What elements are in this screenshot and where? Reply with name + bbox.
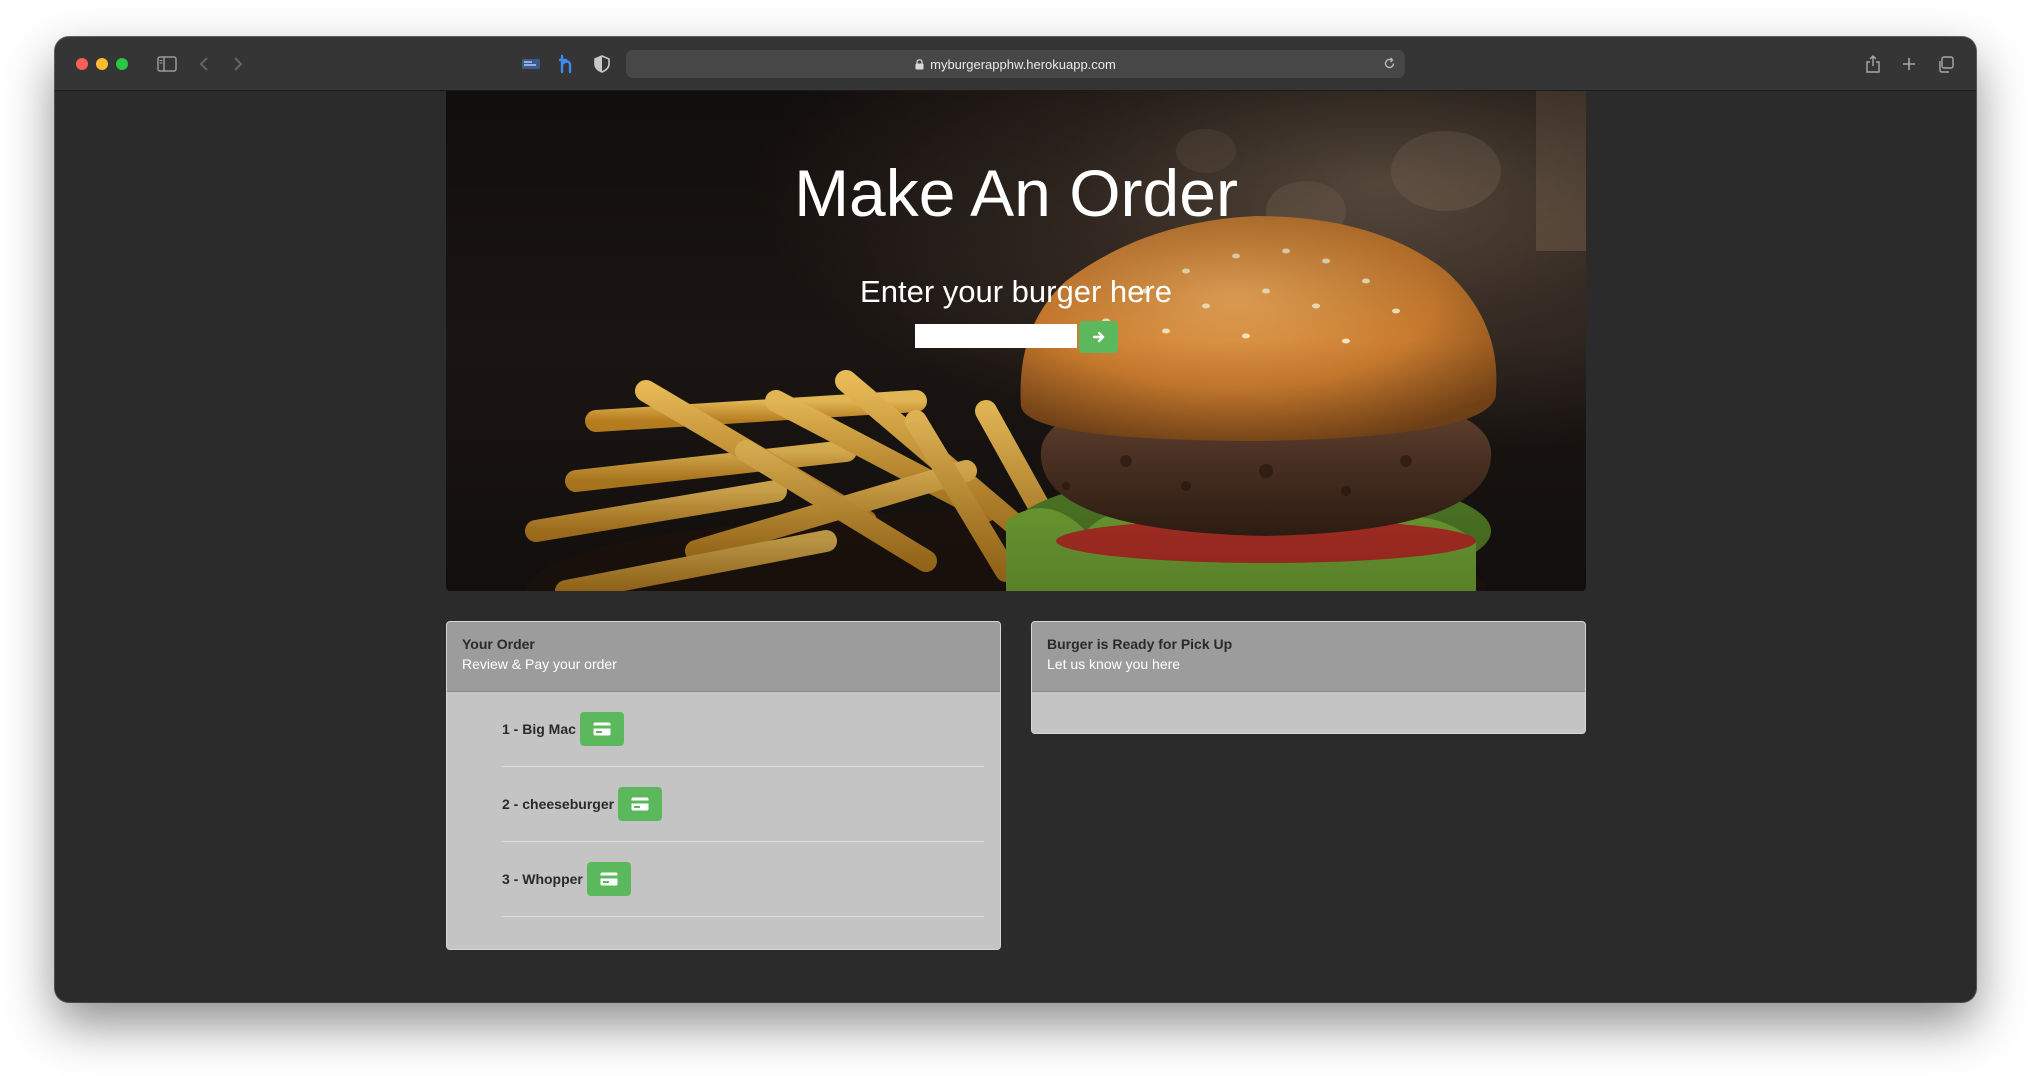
pickup-header: Burger is Ready for Pick Up Let us know …	[1032, 622, 1585, 692]
forward-icon[interactable]	[228, 51, 248, 77]
order-item: 2 - cheeseburger	[502, 767, 984, 842]
extension-icon[interactable]	[520, 51, 542, 77]
back-icon[interactable]	[194, 51, 214, 77]
order-item: 1 - Big Mac	[502, 692, 984, 767]
pay-order-button[interactable]	[618, 787, 663, 821]
hero-banner: Make An Order Enter your burger here	[446, 91, 1586, 591]
close-window-button[interactable]	[76, 58, 88, 70]
your-order-subtitle: Review & Pay your order	[462, 656, 617, 672]
your-order-title: Your Order	[462, 636, 535, 652]
your-order-panel: Your Order Review & Pay your order 1 - B…	[446, 621, 1001, 950]
submit-burger-button[interactable]	[1079, 321, 1118, 353]
pay-order-button[interactable]	[579, 712, 624, 746]
sidebar-toggle-icon[interactable]	[154, 51, 180, 77]
burger-name-input[interactable]	[915, 324, 1077, 348]
credit-card-icon	[631, 797, 649, 811]
honey-extension-icon[interactable]	[556, 51, 578, 77]
order-item: 3 - Whopper	[502, 842, 984, 917]
pickup-panel: Burger is Ready for Pick Up Let us know …	[1031, 621, 1586, 734]
order-item-label: 1 - Big Mac	[502, 721, 576, 737]
arrow-right-icon	[1092, 330, 1106, 344]
share-icon[interactable]	[1862, 51, 1884, 77]
order-item-label: 3 - Whopper	[502, 871, 583, 887]
burger-input-label: Enter your burger here	[860, 274, 1172, 309]
tab-overview-icon[interactable]	[1934, 51, 1956, 77]
minimize-window-button[interactable]	[96, 58, 108, 70]
credit-card-icon	[593, 722, 611, 736]
browser-toolbar: myburgerapphw.herokuapp.com	[55, 37, 1976, 91]
zoom-window-button[interactable]	[116, 58, 128, 70]
pickup-title: Burger is Ready for Pick Up	[1047, 636, 1233, 652]
page-content: Make An Order Enter your burger here You…	[55, 91, 1976, 1002]
pay-order-button[interactable]	[586, 862, 631, 896]
lock-icon	[915, 58, 924, 70]
url-text: myburgerapphw.herokuapp.com	[930, 56, 1116, 72]
new-tab-icon[interactable]	[1898, 51, 1920, 77]
page-title: Make An Order	[794, 156, 1238, 230]
your-order-header: Your Order Review & Pay your order	[447, 622, 1000, 692]
reload-icon[interactable]	[1383, 57, 1396, 70]
address-bar[interactable]: myburgerapphw.herokuapp.com	[626, 50, 1405, 78]
shield-icon[interactable]	[591, 51, 613, 77]
order-item-label: 2 - cheeseburger	[502, 796, 615, 812]
browser-window: myburgerapphw.herokuapp.com Make An Orde…	[55, 37, 1976, 1002]
credit-card-icon	[600, 872, 618, 886]
pickup-subtitle: Let us know you here	[1047, 656, 1181, 672]
